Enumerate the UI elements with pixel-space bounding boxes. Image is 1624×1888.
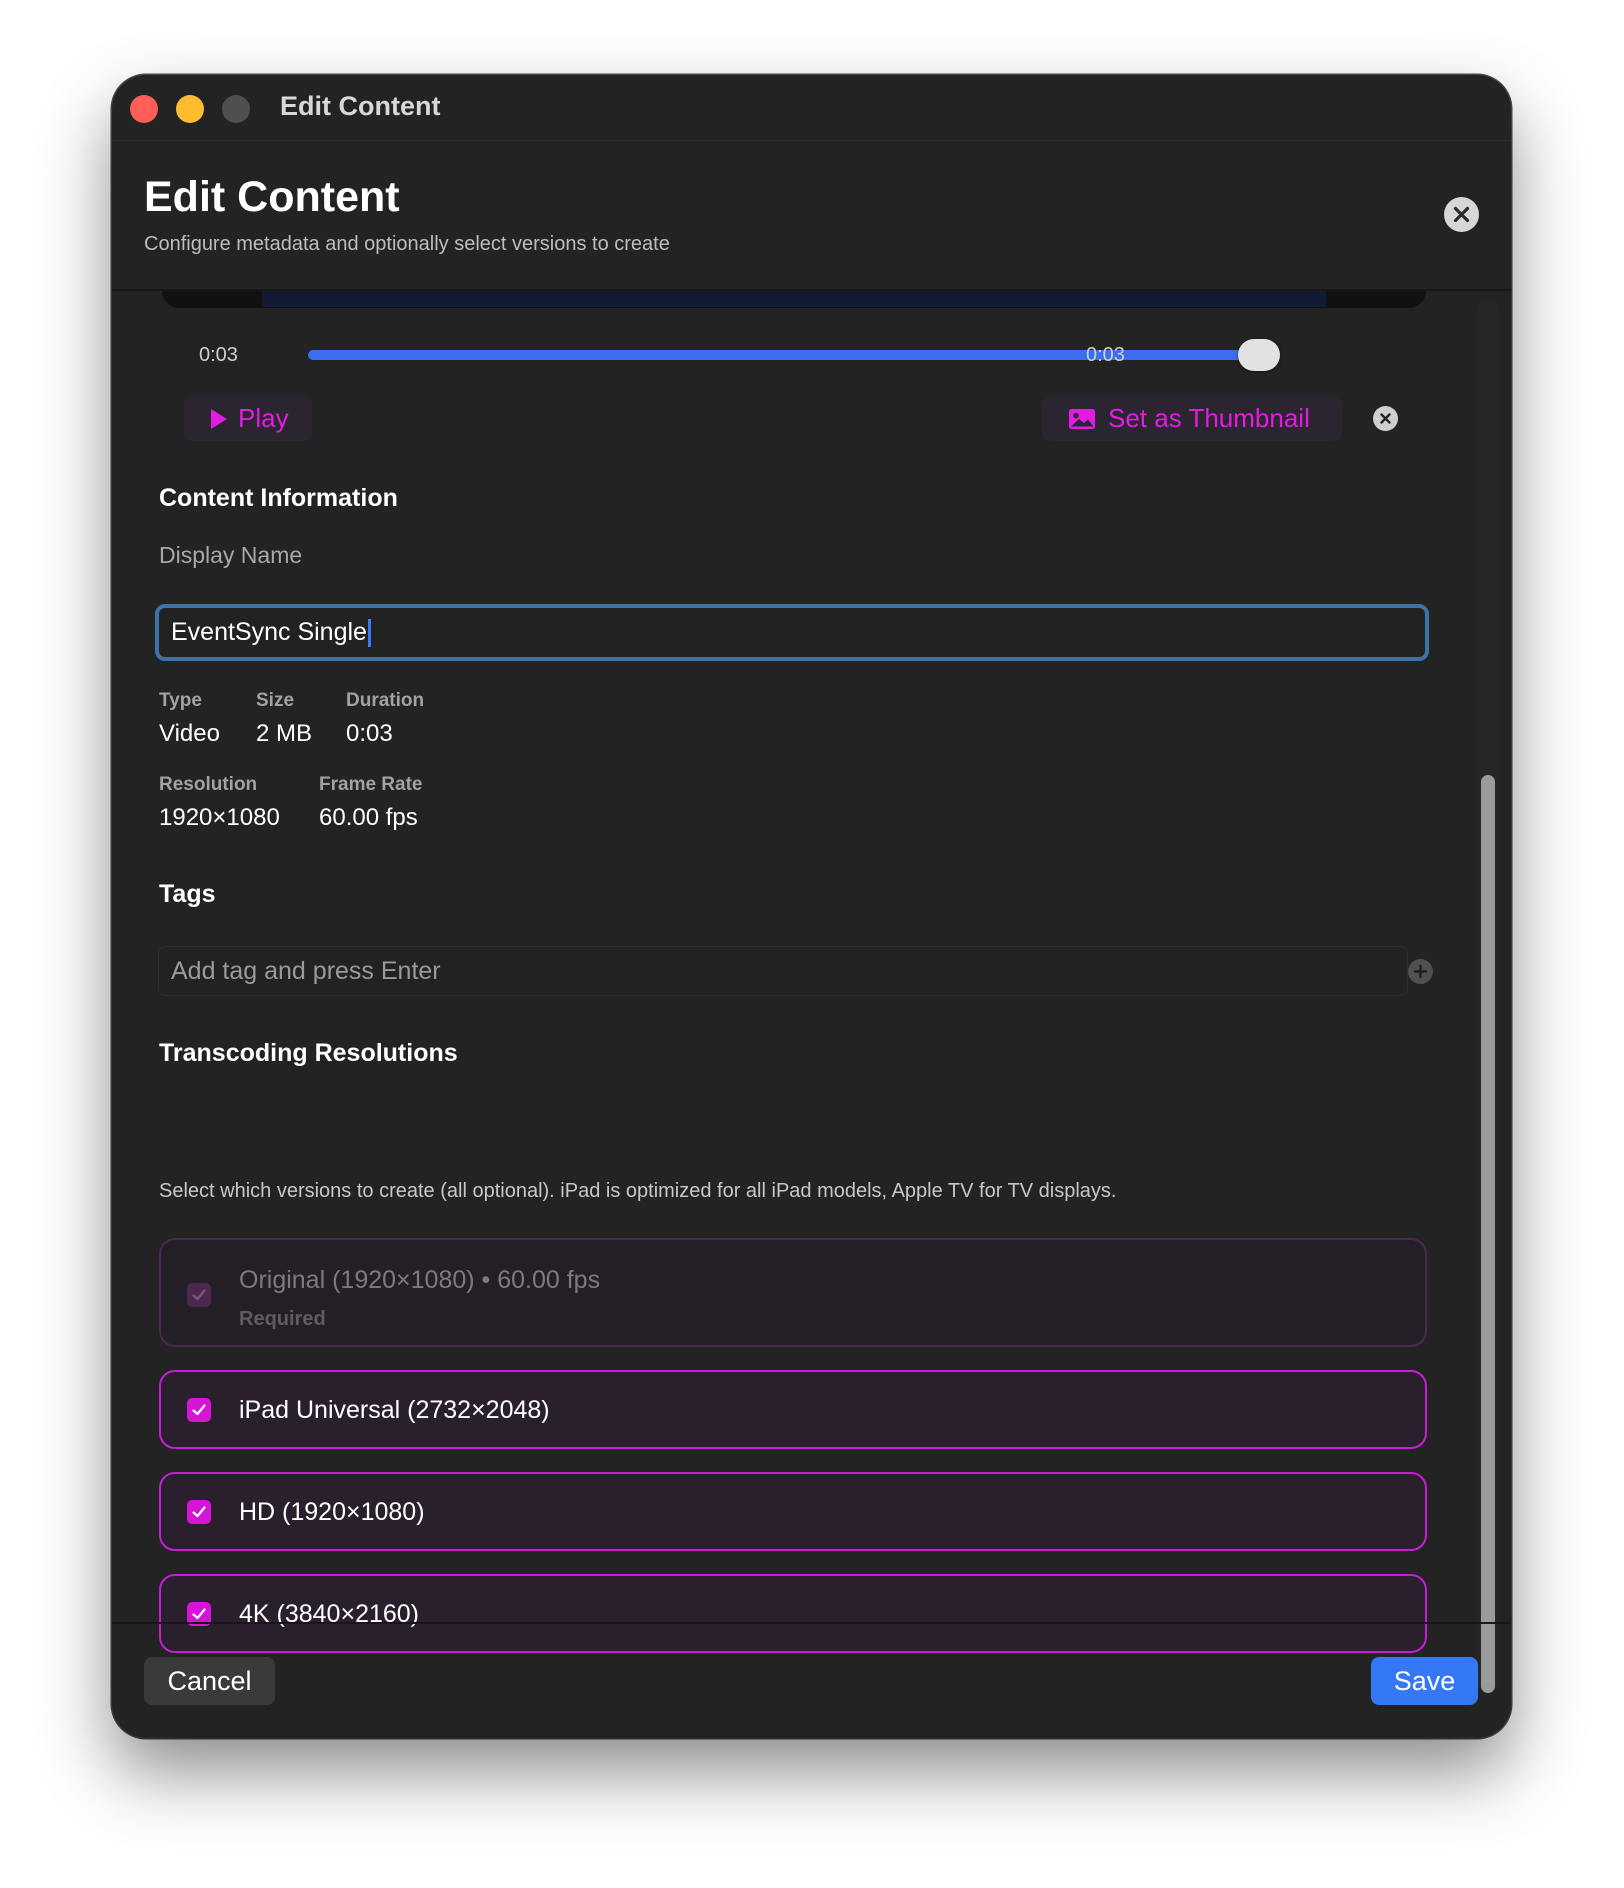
screenshot-canvas: Edit Content Edit Content Configure meta… [0,0,1624,1888]
display-name-input[interactable]: EventSync Single [155,604,1429,661]
option-original-sublabel: Required [239,1308,326,1330]
window-minimize-button[interactable] [176,95,204,123]
edit-content-window: Edit Content Edit Content Configure meta… [112,75,1511,1738]
meta-duration-label: Duration [346,690,425,711]
page-subtitle: Configure metadata and optionally select… [144,233,670,255]
checkbox-ipad-universal[interactable] [187,1398,211,1422]
set-thumbnail-button[interactable]: Set as Thumbnail [1042,396,1342,441]
scrollbar-thumb[interactable] [1481,775,1495,1693]
meta-frame-rate-label: Frame Rate [319,774,423,795]
meta-resolution: Resolution 1920×1080 [159,774,280,832]
photo-icon [1069,408,1095,429]
content-info-heading: Content Information [159,484,398,512]
checkmark-icon [192,1506,206,1518]
remove-media-button[interactable] [1373,406,1398,431]
plus-icon [1413,964,1428,979]
transcoding-helper-text: Select which versions to create (all opt… [159,1180,1117,1202]
save-button[interactable]: Save [1371,1657,1478,1705]
meta-type-value: Video [159,720,220,747]
meta-duration-value: 0:03 [346,720,393,747]
meta-frame-rate: Frame Rate 60.00 fps [319,774,423,832]
footer-divider [112,1622,1511,1624]
option-4k-label: 4K (3840×2160) [239,1600,420,1628]
window-close-button[interactable] [130,95,158,123]
play-label: Play [238,403,289,433]
meta-frame-rate-value: 60.00 fps [319,804,418,831]
titlebar-divider [112,140,1511,141]
display-name-label: Display Name [159,542,303,568]
checkmark-icon [192,1404,206,1416]
video-frame [262,291,1326,307]
tag-input[interactable]: Add tag and press Enter [158,946,1408,996]
option-ipad-universal-label: iPad Universal (2732×2048) [239,1396,550,1424]
text-caret [367,618,371,647]
transcoding-heading: Transcoding Resolutions [159,1039,458,1067]
close-sheet-button[interactable] [1444,197,1479,232]
checkmark-icon [192,1608,206,1620]
tags-heading: Tags [159,880,216,908]
set-thumbnail-label: Set as Thumbnail [1108,403,1310,433]
checkbox-hd[interactable] [187,1500,211,1524]
resolution-option-4k[interactable]: 4K (3840×2160) [159,1574,1427,1653]
checkmark-icon [192,1289,206,1301]
resolution-option-ipad-universal[interactable]: iPad Universal (2732×2048) [159,1370,1427,1449]
meta-resolution-value: 1920×1080 [159,804,280,831]
meta-size-label: Size [256,690,295,711]
tag-input-placeholder: Add tag and press Enter [171,956,441,985]
close-icon [1453,206,1470,223]
option-original-label: Original (1920×1080) • 60.00 fps [239,1266,601,1294]
title-bar: Edit Content [112,75,1511,140]
meta-duration: Duration 0:03 [346,690,424,748]
meta-size: Size 2 MB [256,690,312,748]
window-title: Edit Content [280,91,441,121]
play-icon [211,408,227,429]
time-current: 0:03 [199,344,238,366]
cancel-button[interactable]: Cancel [144,1657,275,1705]
scrubber-handle[interactable] [1238,339,1280,371]
time-total: 0:03 [1086,344,1125,366]
page-title: Edit Content [144,173,400,221]
resolution-option-original: Original (1920×1080) • 60.00 fps Require… [159,1238,1427,1347]
window-zoom-button[interactable] [222,95,250,123]
meta-resolution-label: Resolution [159,774,258,795]
resolution-option-hd[interactable]: HD (1920×1080) [159,1472,1427,1551]
checkbox-original [187,1283,211,1307]
add-tag-button[interactable] [1408,959,1433,984]
display-name-value: EventSync Single [171,618,367,646]
meta-type: Type Video [159,690,220,748]
meta-size-value: 2 MB [256,720,313,747]
play-button[interactable]: Play [184,396,312,441]
close-icon [1380,413,1391,424]
option-hd-label: HD (1920×1080) [239,1498,425,1526]
meta-type-label: Type [159,690,202,711]
